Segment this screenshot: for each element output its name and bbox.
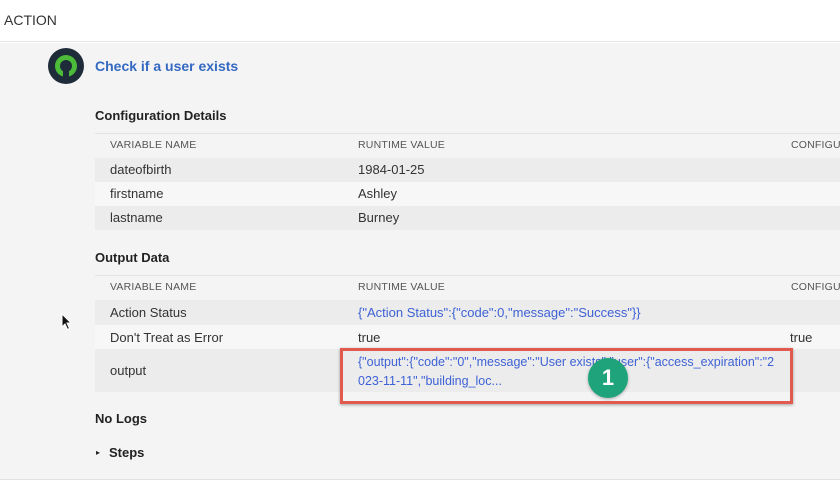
output-configured-value: true (790, 330, 813, 345)
table-row: firstname Ashley (95, 182, 840, 206)
output-var-name: output (110, 363, 147, 378)
config-var-name: firstname (110, 186, 164, 201)
config-col-variable-name: VARIABLE NAME (110, 139, 197, 151)
logo-ring-icon (48, 48, 84, 84)
output-runtime-value: true (358, 330, 381, 345)
config-runtime-value: 1984-01-25 (358, 162, 425, 177)
table-row: Action Status {"Action Status":{"code":0… (95, 300, 840, 325)
annotation-callout-badge: 1 (588, 358, 628, 398)
config-var-name: dateofbirth (110, 162, 172, 177)
output-runtime-value-link[interactable]: {"Action Status":{"code":0,"message":"Su… (358, 305, 641, 320)
steps-toggle[interactable]: Steps (109, 445, 144, 460)
config-runtime-value: Ashley (358, 186, 398, 201)
table-row: Don't Treat as Error true true (95, 325, 840, 349)
divider (95, 275, 840, 276)
action-title[interactable]: Check if a user exists (95, 58, 238, 74)
mouse-pointer-icon (61, 313, 73, 331)
output-col-variable-name: VARIABLE NAME (110, 281, 197, 293)
output-col-configured: CONFIGU (791, 281, 840, 293)
config-col-configured: CONFIGU (791, 139, 840, 151)
output-col-runtime-value: RUNTIME VALUE (358, 281, 445, 293)
config-var-name: lastname (110, 210, 163, 225)
annotation-highlight-box (340, 348, 793, 404)
config-col-runtime-value: RUNTIME VALUE (358, 139, 445, 151)
divider (0, 479, 840, 480)
config-runtime-value: Burney (358, 210, 400, 225)
output-var-name: Don't Treat as Error (110, 330, 224, 345)
output-var-name: Action Status (110, 305, 187, 320)
caret-right-icon[interactable]: ▸ (96, 448, 100, 457)
header-title: ACTION (4, 12, 57, 28)
output-section-title: Output Data (95, 250, 170, 265)
divider (95, 133, 840, 134)
table-row: lastname Burney (95, 206, 840, 230)
action-header: ACTION (0, 0, 840, 42)
config-section-title: Configuration Details (95, 108, 227, 123)
no-logs-label: No Logs (95, 411, 147, 426)
table-row: dateofbirth 1984-01-25 (95, 158, 840, 182)
